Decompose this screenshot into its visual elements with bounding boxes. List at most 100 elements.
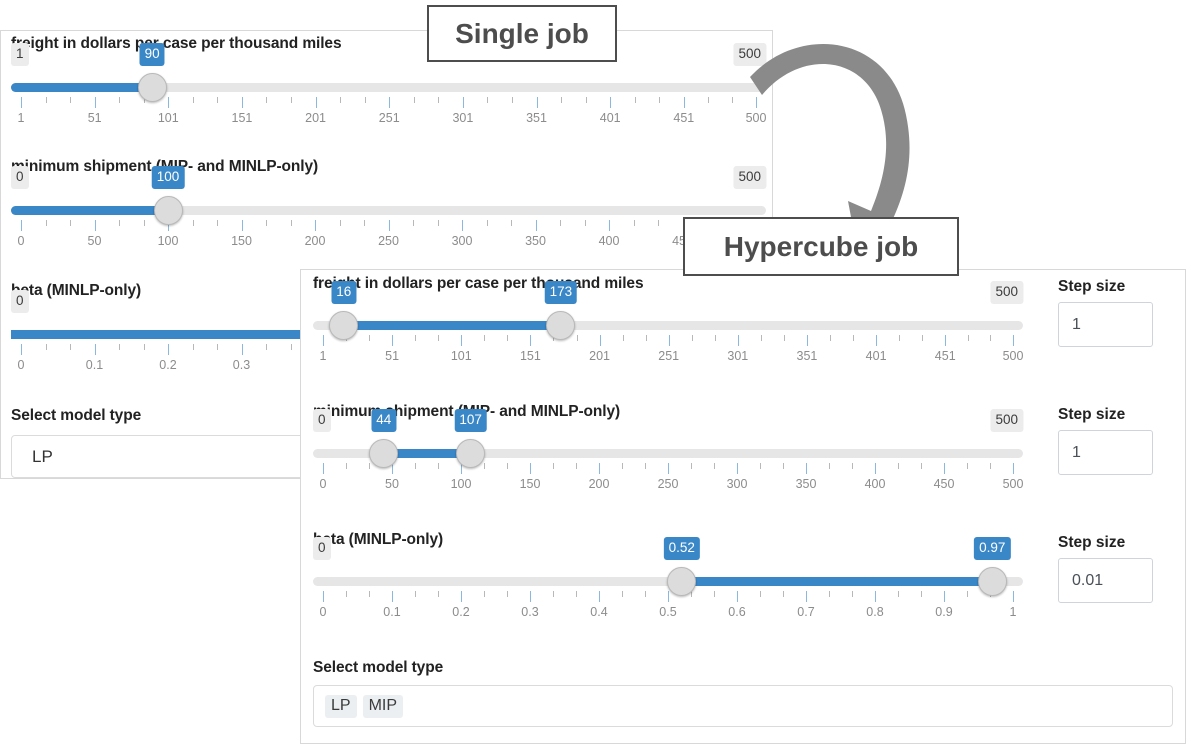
slider-tick-major	[599, 335, 601, 346]
slider-tick-major	[535, 220, 537, 231]
slider-tick-label: 151	[231, 111, 253, 125]
callout-hypercube-job: Hypercube job	[683, 217, 959, 276]
slider-tick-major	[610, 97, 612, 108]
slider-tick-minor	[70, 344, 71, 350]
slider-handle[interactable]	[153, 196, 183, 225]
slider-tick-major	[241, 97, 243, 108]
slider-tick-labels: 050100150200250300350400450500	[313, 477, 1024, 493]
slider-tick-major	[944, 591, 945, 602]
slider-min-badge: 1	[11, 43, 29, 66]
hyper-select-label: Select model type	[313, 659, 444, 676]
slider-fill	[11, 206, 168, 215]
slider-tick-major	[168, 97, 170, 108]
slider-tick-minor	[760, 335, 762, 341]
slider-handle[interactable]	[369, 439, 399, 468]
slider-tick-labels: 050100150200250300350400450500	[11, 234, 767, 250]
slider-tick-label: 101	[157, 111, 179, 125]
hyper-step-input-freight[interactable]: 1	[1058, 302, 1153, 347]
slider-tick-label: 401	[599, 111, 621, 125]
slider-tick-major	[315, 220, 316, 231]
slider-tick-major	[21, 97, 22, 108]
hyper-model-type-select[interactable]: LP MIP	[313, 685, 1173, 727]
slider-tick-label: 0.4	[590, 605, 608, 619]
slider-tick-minor	[622, 591, 623, 597]
model-type-chip[interactable]: LP	[325, 694, 357, 718]
slider-value-bubble: 44	[371, 409, 397, 432]
slider-tick-minor	[369, 335, 371, 341]
slider-tick-major	[668, 463, 669, 474]
slider-tick-major	[1013, 335, 1014, 346]
single-slider-label-minshipment: minimum shipment (MIP- and MINLP-only)	[11, 158, 319, 175]
slider-tick-major	[461, 591, 462, 602]
slider-handle[interactable]	[456, 439, 486, 468]
model-type-chip[interactable]: MIP	[362, 694, 404, 718]
slider-tick-label: 101	[450, 349, 472, 363]
slider-tick-minor	[511, 97, 513, 103]
slider-tick-minor	[340, 97, 342, 103]
slider-tick-minor	[346, 591, 347, 597]
slider-tick-major	[944, 463, 945, 474]
slider-handle[interactable]	[977, 567, 1007, 596]
slider-max-badge: 500	[990, 409, 1023, 432]
slider-tick-minor	[192, 220, 194, 226]
slider-tick-minor	[217, 97, 219, 103]
slider-tick-label: 451	[673, 111, 695, 125]
slider-tick-minor	[967, 463, 968, 469]
slider-tick-major	[530, 463, 531, 474]
slider-tick-minor	[70, 220, 71, 226]
slider-tick-major	[806, 335, 808, 346]
slider-tick-label: 400	[864, 477, 886, 491]
slider-tick-major	[21, 344, 22, 355]
slider-ticks	[313, 335, 1023, 347]
slider-tick-minor	[585, 97, 587, 103]
slider-tick-minor	[584, 220, 586, 226]
slider-tick-major	[94, 220, 96, 231]
slider-tick-major	[876, 335, 878, 346]
hyper-step-input-beta[interactable]: 0.01	[1058, 558, 1153, 603]
slider-tick-minor	[760, 591, 761, 597]
slider-tick-minor	[119, 97, 121, 103]
hyper-step-label-freight: Step size	[1058, 278, 1126, 295]
slider-tick-label: 51	[87, 111, 102, 125]
hypercube-job-panel: freight in dollars per case per thousand…	[300, 269, 1186, 744]
slider-ticks	[11, 97, 766, 109]
slider-tick-label: 0.5	[659, 605, 677, 619]
slider-handle[interactable]	[137, 73, 167, 102]
slider-tick-minor	[364, 97, 366, 103]
slider-tick-label: 451	[934, 349, 956, 363]
slider-tick-label: 50	[385, 477, 399, 491]
slider-tick-minor	[922, 335, 924, 341]
slider-tick-label: 200	[588, 477, 610, 491]
slider-tick-major	[323, 591, 324, 602]
slider-tick-label: 301	[452, 111, 474, 125]
slider-tick-labels: 1 51 101 151 201 251 301 351 401 451 500	[11, 111, 767, 127]
slider-tick-minor	[633, 220, 635, 226]
slider-tick-major	[945, 335, 947, 346]
slider-tick-minor	[691, 335, 693, 341]
slider-tick-major	[461, 335, 463, 346]
slider-tick-minor	[415, 335, 417, 341]
slider-tick-label: 0	[319, 477, 327, 491]
hyper-step-input-minshipment[interactable]: 1	[1058, 430, 1153, 475]
slider-tick-minor	[290, 344, 292, 350]
slider-tick-minor	[369, 463, 370, 469]
hyper-select-group: Select model type LP MIP	[313, 659, 1173, 727]
slider-tick-label: 401	[865, 349, 887, 363]
slider-tick-major	[737, 463, 738, 474]
single-model-type-value: LP	[32, 446, 53, 466]
slider-tick-label: 300	[451, 234, 473, 248]
slider-tick-label: 0	[17, 234, 25, 248]
slider-tick-minor	[266, 97, 268, 103]
slider-tick-minor	[45, 220, 47, 226]
slider-tick-minor	[484, 463, 485, 469]
callout-single-job: Single job	[427, 5, 617, 62]
slider-tick-minor	[990, 463, 991, 469]
slider-tick-minor	[561, 97, 563, 103]
slider-tick-major	[392, 591, 393, 602]
slider-tick-minor	[364, 220, 365, 226]
app-root: freight in dollars per case per thousand…	[0, 0, 1193, 744]
slider-tick-minor	[507, 335, 509, 341]
slider-tick-major	[241, 220, 243, 231]
slider-tick-major	[168, 344, 169, 355]
single-slider-group-freight: freight in dollars per case per thousand…	[11, 35, 766, 125]
